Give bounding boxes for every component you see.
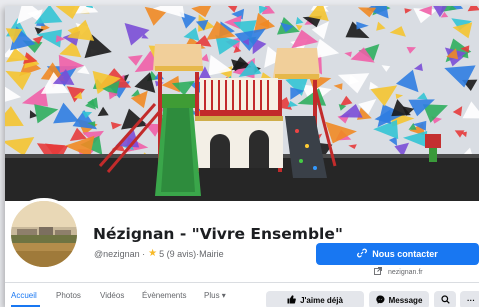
like-button-label: J'aime déjà [300, 295, 343, 305]
like-button[interactable]: J'aime déjà [266, 291, 364, 307]
tab-videos[interactable]: Vidéos [100, 283, 130, 307]
search-button[interactable] [434, 291, 456, 307]
mural-playground-image [5, 6, 479, 201]
profile-picture[interactable] [8, 198, 80, 270]
page-handle: @nezignan [94, 248, 140, 259]
thumbs-up-icon [287, 294, 296, 306]
more-options-button[interactable]: ··· [460, 291, 479, 307]
star-icon: ★ [148, 248, 158, 259]
contact-button[interactable]: Nous contacter [316, 243, 479, 265]
page-category[interactable]: Mairie [199, 249, 224, 259]
tab-evenements[interactable]: Évènements [142, 283, 192, 307]
message-button-label: Message [388, 295, 423, 305]
message-button[interactable]: Message [369, 291, 429, 307]
tab-photos[interactable]: Photos [56, 283, 88, 307]
page-subtitle: @nezignan · ★ 5 (9 avis) · Mairie [94, 248, 224, 259]
village-landscape-image [11, 201, 77, 267]
page-header-card: Nézignan - "Vivre Ensemble" @nezignan · … [5, 6, 479, 307]
page-rating[interactable]: 5 (9 avis) [159, 249, 196, 259]
page-title: Nézignan - "Vivre Ensemble" [93, 225, 343, 243]
website-label: nezignan.fr [388, 268, 423, 276]
contact-button-label: Nous contacter [372, 249, 438, 259]
search-icon [440, 294, 450, 306]
page-tabs: Accueil Photos Vidéos Évènements Plus ▾ [5, 283, 234, 307]
link-icon [357, 248, 368, 260]
tab-plus[interactable]: Plus ▾ [204, 283, 234, 307]
website-link[interactable]: nezignan.fr [374, 267, 423, 277]
external-link-icon [374, 267, 382, 277]
messenger-icon [375, 294, 385, 306]
tab-accueil[interactable]: Accueil [11, 283, 40, 307]
cover-photo[interactable] [5, 6, 479, 201]
more-options-label: ··· [467, 295, 475, 305]
